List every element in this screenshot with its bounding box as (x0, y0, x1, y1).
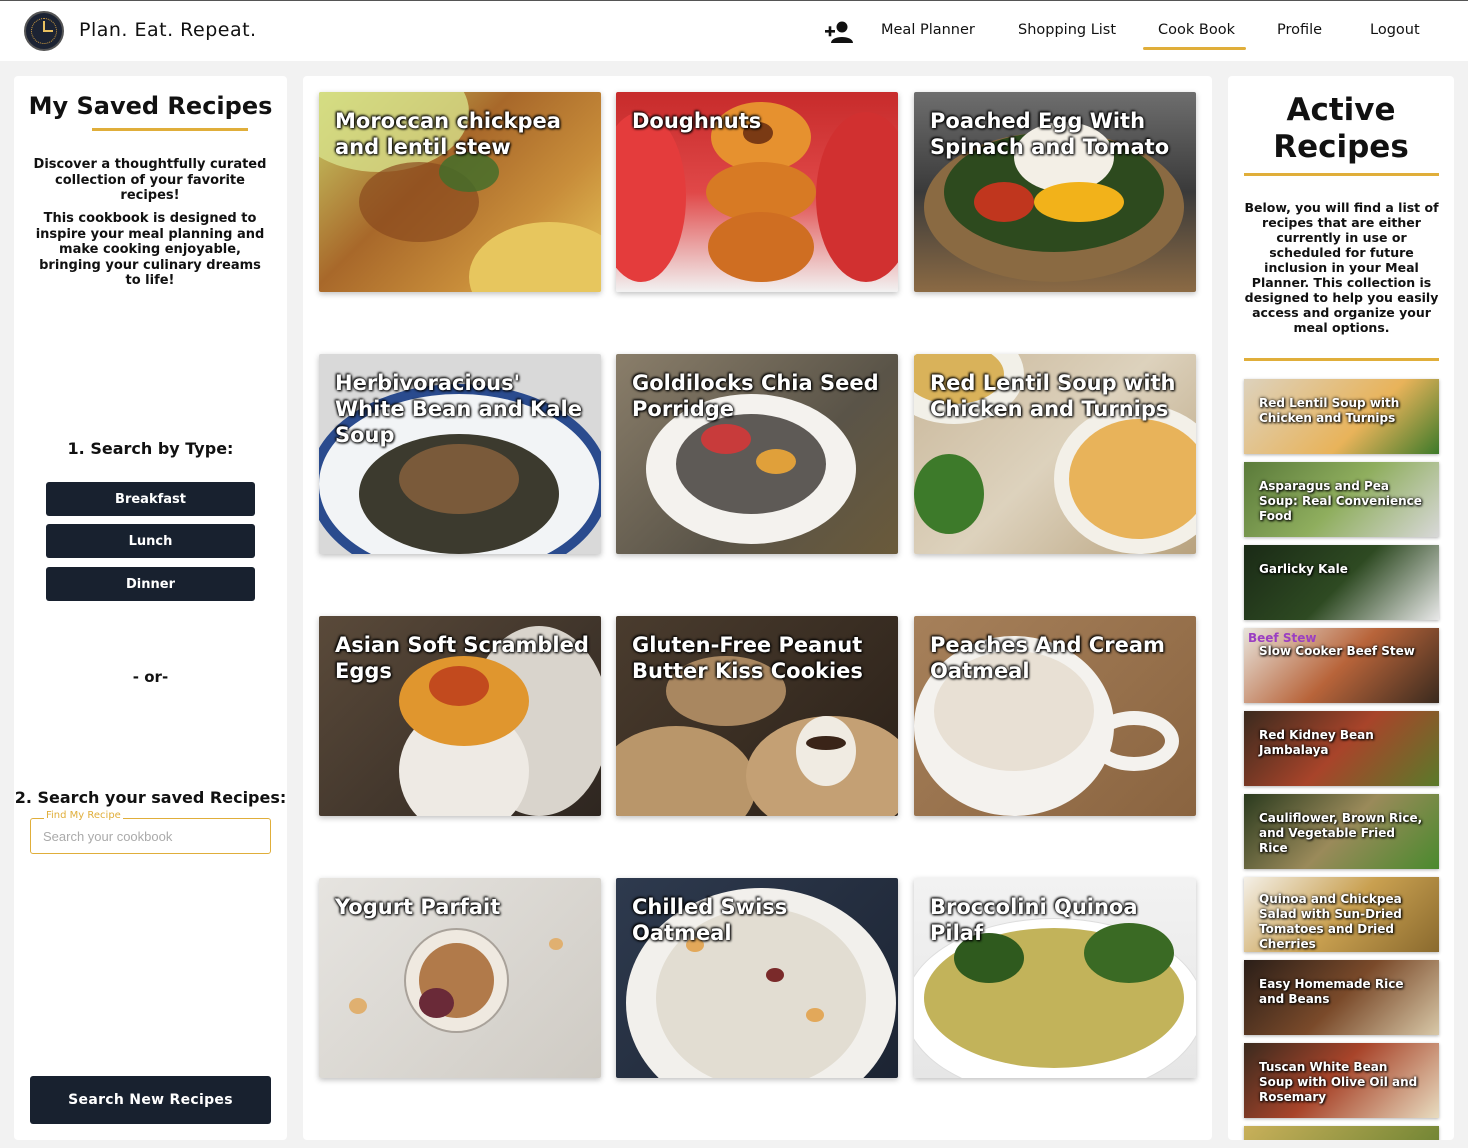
recipe-card-title: Doughnuts (632, 109, 762, 133)
recipe-card[interactable]: Moroccan chickpea and lentil stew (319, 92, 601, 292)
nav-cook-book[interactable]: Cook Book (1158, 22, 1235, 38)
saved-recipes-sidebar: My Saved Recipes Discover a thoughtfully… (14, 76, 287, 1140)
active-recipe-item[interactable]: Beef Stew Slow Cooker Beef Stew (1244, 628, 1439, 703)
recipe-card-title: Herbivoracious' White Bean and Kale Soup (335, 371, 582, 447)
nav-logout[interactable]: Logout (1370, 22, 1420, 38)
nav-meal-planner[interactable]: Meal Planner (881, 22, 975, 38)
recipe-card[interactable]: Yogurt Parfait (319, 878, 601, 1078)
description-divider (1244, 358, 1439, 361)
breakfast-button[interactable]: Breakfast (46, 482, 255, 516)
search-new-recipes-button[interactable]: Search New Recipes (30, 1076, 271, 1124)
recipe-card[interactable]: Asian Soft Scrambled Eggs (319, 616, 601, 816)
or-separator: - or- (132, 668, 169, 686)
active-nav-indicator (1143, 47, 1246, 50)
recipe-card[interactable]: Peaches And Cream Oatmeal (914, 616, 1196, 816)
top-navigation-bar: Plan. Eat. Repeat. Meal Planner Shopping… (0, 0, 1468, 61)
sidebar-intro: Discover a thoughtfully curated collecti… (33, 157, 267, 203)
recipe-card-title: Broccolini Quinoa Pilaf (930, 895, 1138, 945)
sidebar-title: My Saved Recipes (28, 92, 273, 120)
active-recipes-sidebar: Active Recipes Below, you will find a li… (1228, 76, 1454, 1140)
recipe-card-title: Goldilocks Chia Seed Porridge (632, 371, 879, 421)
active-recipe-item[interactable]: Cauliflower, Brown Rice, and Vegetable F… (1244, 794, 1439, 869)
active-recipe-title: Asparagus and Pea Soup: Real Convenience… (1259, 479, 1422, 523)
image-caption-text: Beef Stew (1248, 631, 1317, 645)
lunch-button[interactable]: Lunch (46, 524, 255, 558)
active-recipe-item[interactable]: Red Lentil Soup with Chicken and Turnips (1244, 379, 1439, 454)
recipe-card[interactable]: Poached Egg With Spinach and Tomato (914, 92, 1196, 292)
search-saved-heading: 2. Search your saved Recipes: (14, 788, 287, 807)
add-user-icon[interactable] (824, 20, 854, 44)
search-cookbook-input[interactable] (43, 827, 258, 845)
active-recipe-title: Red Lentil Soup with Chicken and Turnips (1259, 396, 1400, 425)
dinner-button[interactable]: Dinner (46, 567, 255, 601)
active-recipe-title: Quinoa and Chickpea Salad with Sun-Dried… (1259, 892, 1402, 951)
recipe-card-title: Poached Egg With Spinach and Tomato (930, 109, 1170, 159)
recipe-card[interactable]: Doughnuts (616, 92, 898, 292)
recipe-card-title: Chilled Swiss Oatmeal (632, 895, 788, 945)
nav-profile[interactable]: Profile (1277, 22, 1322, 38)
active-recipe-item-partial[interactable] (1244, 1126, 1439, 1140)
title-divider (1244, 173, 1439, 176)
recipe-card[interactable]: Red Lentil Soup with Chicken and Turnips (914, 354, 1196, 554)
search-field-label: Find My Recipe (44, 810, 123, 821)
active-recipes-title: Active Recipes (1273, 92, 1409, 165)
brand-name[interactable]: Plan. Eat. Repeat. (79, 19, 257, 41)
recipe-card-title: Peaches And Cream Oatmeal (930, 633, 1165, 683)
recipe-card[interactable]: Goldilocks Chia Seed Porridge (616, 354, 898, 554)
active-recipe-title: Cauliflower, Brown Rice, and Vegetable F… (1259, 811, 1423, 855)
active-recipe-title: Garlicky Kale (1259, 562, 1348, 576)
active-recipe-title: Easy Homemade Rice and Beans (1259, 977, 1404, 1006)
recipe-card-title: Gluten-Free Peanut Butter Kiss Cookies (632, 633, 863, 683)
search-by-type-heading: 1. Search by Type: (67, 439, 234, 458)
active-recipe-item[interactable]: Garlicky Kale (1244, 545, 1439, 620)
nav-shopping-list[interactable]: Shopping List (1018, 22, 1116, 38)
active-recipe-item[interactable]: Tuscan White Bean Soup with Olive Oil an… (1244, 1043, 1439, 1118)
recipe-grid: Moroccan chickpea and lentil stew Doughn… (303, 76, 1212, 1140)
recipe-card-title: Moroccan chickpea and lentil stew (335, 109, 561, 159)
active-recipe-item[interactable]: Asparagus and Pea Soup: Real Convenience… (1244, 462, 1439, 537)
recipe-card-title: Yogurt Parfait (335, 895, 501, 919)
active-recipe-title: Slow Cooker Beef Stew (1259, 644, 1415, 658)
active-recipe-item[interactable]: Quinoa and Chickpea Salad with Sun-Dried… (1244, 877, 1439, 952)
active-recipe-title: Tuscan White Bean Soup with Olive Oil an… (1259, 1060, 1418, 1104)
active-recipes-description: Below, you will find a list of recipes t… (1244, 200, 1439, 335)
recipe-card[interactable]: Gluten-Free Peanut Butter Kiss Cookies (616, 616, 898, 816)
title-divider (92, 128, 248, 131)
search-field-wrapper: Find My Recipe (30, 810, 271, 854)
sidebar-description: This cookbook is designed to inspire you… (35, 211, 265, 288)
active-recipe-item[interactable]: Easy Homemade Rice and Beans (1244, 960, 1439, 1035)
active-recipe-item[interactable]: Red Kidney Bean Jambalaya (1244, 711, 1439, 786)
recipe-card[interactable]: Chilled Swiss Oatmeal (616, 878, 898, 1078)
active-recipe-title: Red Kidney Bean Jambalaya (1259, 728, 1374, 757)
clock-logo-icon[interactable] (24, 11, 64, 51)
recipe-card[interactable]: Herbivoracious' White Bean and Kale Soup (319, 354, 601, 554)
recipe-card-title: Red Lentil Soup with Chicken and Turnips (930, 371, 1176, 421)
recipe-card-title: Asian Soft Scrambled Eggs (335, 633, 589, 683)
recipe-card[interactable]: Broccolini Quinoa Pilaf (914, 878, 1196, 1078)
